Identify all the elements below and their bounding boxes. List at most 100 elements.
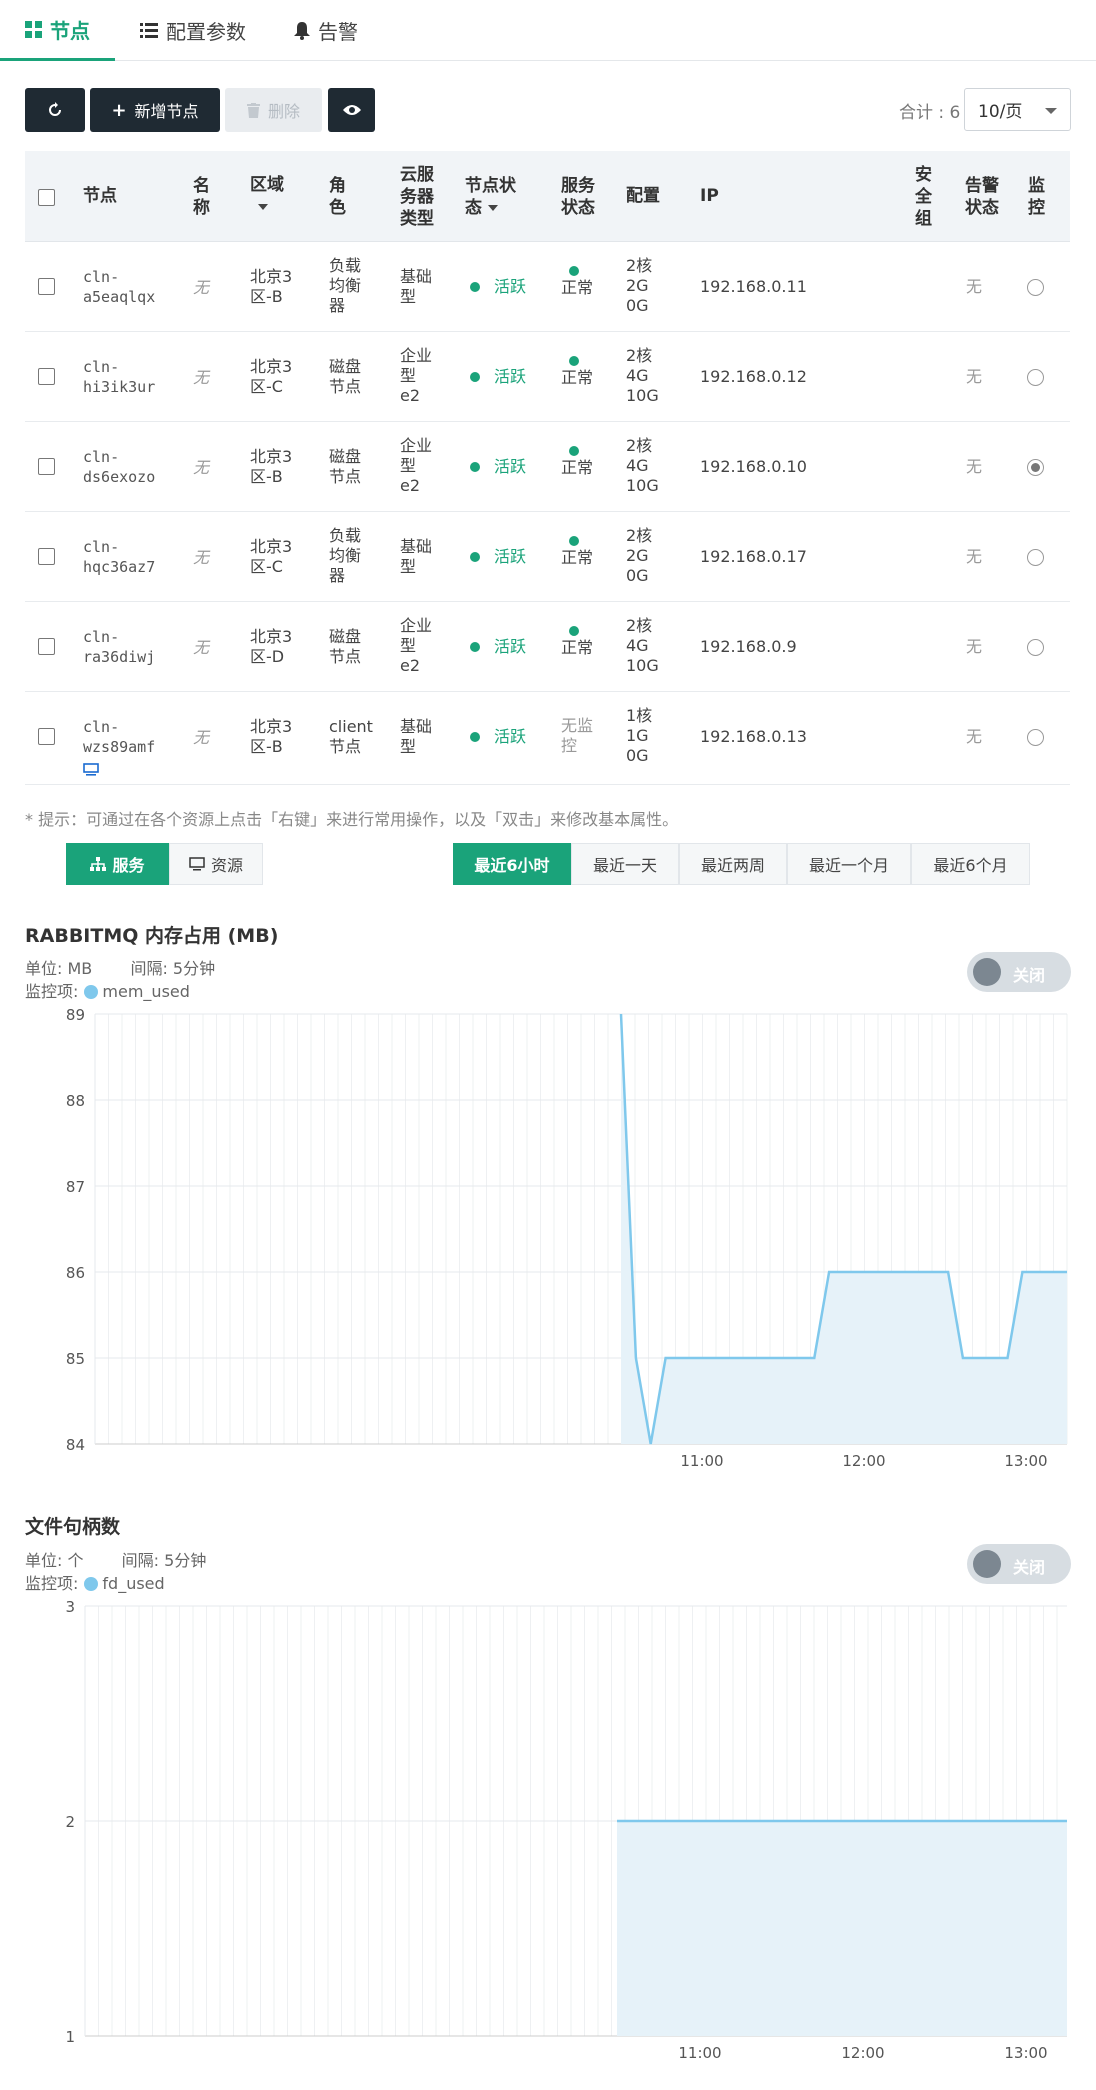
table-header: 节点 名 称 区域 角 色 云服 务器 类型 节点状 态 服务 状态 配置 IP… [25,151,1070,242]
service-status: 正常 [561,444,593,478]
x-tick-label: 12:00 [841,2044,884,2062]
service-status-text: 正常 [561,368,594,387]
header-name: 名 称 [193,176,210,218]
delete-button[interactable]: 删除 [225,88,322,132]
table-row[interactable]: cln- wzs89amf 无 北京3 区-B client 节点 基础 型 活… [25,692,1070,785]
header-security-group: 安 全 组 [915,165,932,229]
chart-mem-meta: 单位: MB 间隔: 5分钟 [25,955,215,979]
range-2w-button[interactable]: 最近两周 [679,843,787,885]
chart-mem-title: RABBITMQ 内存占用 (MB) [25,925,279,947]
header-node[interactable]: 节点 [83,185,117,207]
add-node-button[interactable]: + 新增节点 [90,88,220,132]
service-status-text: 正常 [561,548,594,567]
table-row[interactable]: cln- hi3ik3ur 无 北京3 区-C 磁盘 节点 企业 型 e2 活跃… [25,332,1070,422]
node-id[interactable]: cln- wzs89amf [83,717,155,781]
series-area [617,1821,1067,2036]
range-1m-button[interactable]: 最近一个月 [787,843,911,885]
node-id[interactable]: cln- a5eaqlqx [83,267,155,307]
chart-mem-toggle[interactable]: 关闭 [967,952,1071,992]
service-status: 无监 控 [561,716,593,756]
node-status-text: 活跃 [494,637,527,656]
monitor-radio[interactable] [1027,459,1044,476]
monitor-radio[interactable] [1027,279,1044,296]
y-tick-label: 88 [66,1092,85,1110]
grid-icon [25,20,42,38]
page-size-select[interactable]: 10/页 [964,88,1071,131]
tab-alarms[interactable]: 告警 [294,0,358,61]
x-tick-label: 13:00 [1004,1452,1047,1470]
header-node-status-label2: 态 [465,197,516,219]
node-status: 活跃 [470,547,526,567]
page-size-value: 10/页 [978,102,1023,122]
legend-dot [84,985,99,999]
delete-label: 删除 [267,102,300,121]
node-cloud-type: 企业 型 e2 [400,346,433,405]
tab-nodes-label: 节点 [50,18,90,43]
node-id[interactable]: cln- hqc36az7 [83,537,155,577]
node-id[interactable]: cln- ds6exozo [83,447,155,487]
header-node-status[interactable]: 节点状 态 [465,175,516,219]
monitor-radio[interactable] [1027,369,1044,386]
y-tick-label: 86 [66,1264,85,1282]
node-config: 1核 1G 0G [626,706,653,765]
refresh-button[interactable] [25,88,85,132]
node-cloud-type: 企业 型 e2 [400,616,433,675]
service-view-button[interactable]: 服务 [66,843,169,885]
add-node-label: 新增节点 [134,102,199,121]
y-tick-label: 3 [65,1598,75,1616]
chart-fd-interval: 间隔: 5分钟 [121,1551,207,1570]
node-cloud-type: 基础 型 [400,537,433,576]
header-zone[interactable]: 区域 [250,174,284,218]
node-id[interactable]: cln- hi3ik3ur [83,357,155,397]
node-status: 活跃 [470,637,526,657]
row-checkbox[interactable] [38,548,55,565]
tab-config[interactable]: 配置参数 [140,0,246,61]
monitor-radio[interactable] [1027,729,1044,746]
table-row[interactable]: cln- a5eaqlqx 无 北京3 区-B 负载 均衡 器 基础 型 活跃 … [25,242,1070,332]
node-id-text: cln- hqc36az7 [83,538,156,576]
y-tick-label: 2 [65,1813,75,1831]
tab-nodes[interactable]: 节点 [0,0,115,61]
view-button[interactable] [328,88,375,132]
range-1d-button[interactable]: 最近一天 [571,843,679,885]
x-tick-label: 11:00 [680,1452,723,1470]
row-checkbox[interactable] [38,368,55,385]
table-row[interactable]: cln- ra36diwj 无 北京3 区-D 磁盘 节点 企业 型 e2 活跃… [25,602,1070,692]
node-status: 活跃 [470,727,526,747]
range-6m-button[interactable]: 最近6个月 [911,843,1030,885]
node-name: 无 [193,548,210,567]
node-status: 活跃 [470,367,526,387]
row-checkbox[interactable] [38,458,55,475]
status-dot [569,536,579,546]
range-6h-button[interactable]: 最近6小时 [453,843,571,885]
y-tick-label: 85 [66,1350,85,1368]
row-checkbox[interactable] [38,638,55,655]
row-checkbox[interactable] [38,728,55,745]
node-zone: 北京3 区-C [250,537,293,576]
status-dot [470,732,480,742]
header-role: 角 色 [329,176,346,218]
row-checkbox[interactable] [38,278,55,295]
service-status-text: 正常 [561,458,594,477]
node-name: 无 [193,728,210,747]
status-dot [470,642,480,652]
monitor-icon [83,763,99,776]
select-all-checkbox[interactable] [38,189,55,206]
monitor-radio[interactable] [1027,549,1044,566]
legend-dot [84,1577,99,1591]
x-tick-label: 12:00 [842,1452,885,1470]
toggle-knob [973,958,1001,986]
tab-bar: 节点 配置参数 告警 [0,0,1096,61]
chart-fd-toggle[interactable]: 关闭 [967,1544,1071,1584]
chart-mem-metric-prefix: 监控项: [25,982,79,1001]
table-row[interactable]: cln- hqc36az7 无 北京3 区-C 负载 均衡 器 基础 型 活跃 … [25,512,1070,602]
monitor-radio[interactable] [1027,639,1044,656]
node-id[interactable]: cln- ra36diwj [83,627,155,667]
chart-mem-plot: 84 85 86 87 88 89 11:00 12:00 13:00 [66,1006,1068,1470]
resource-view-button[interactable]: 资源 [169,843,263,885]
table-row[interactable]: cln- ds6exozo 无 北京3 区-B 磁盘 节点 企业 型 e2 活跃… [25,422,1070,512]
status-dot [470,462,480,472]
alarm-status: 无 [966,457,983,476]
chart-fd-meta: 单位: 个 间隔: 5分钟 [25,1547,206,1571]
node-config: 2核 2G 0G [626,526,653,585]
